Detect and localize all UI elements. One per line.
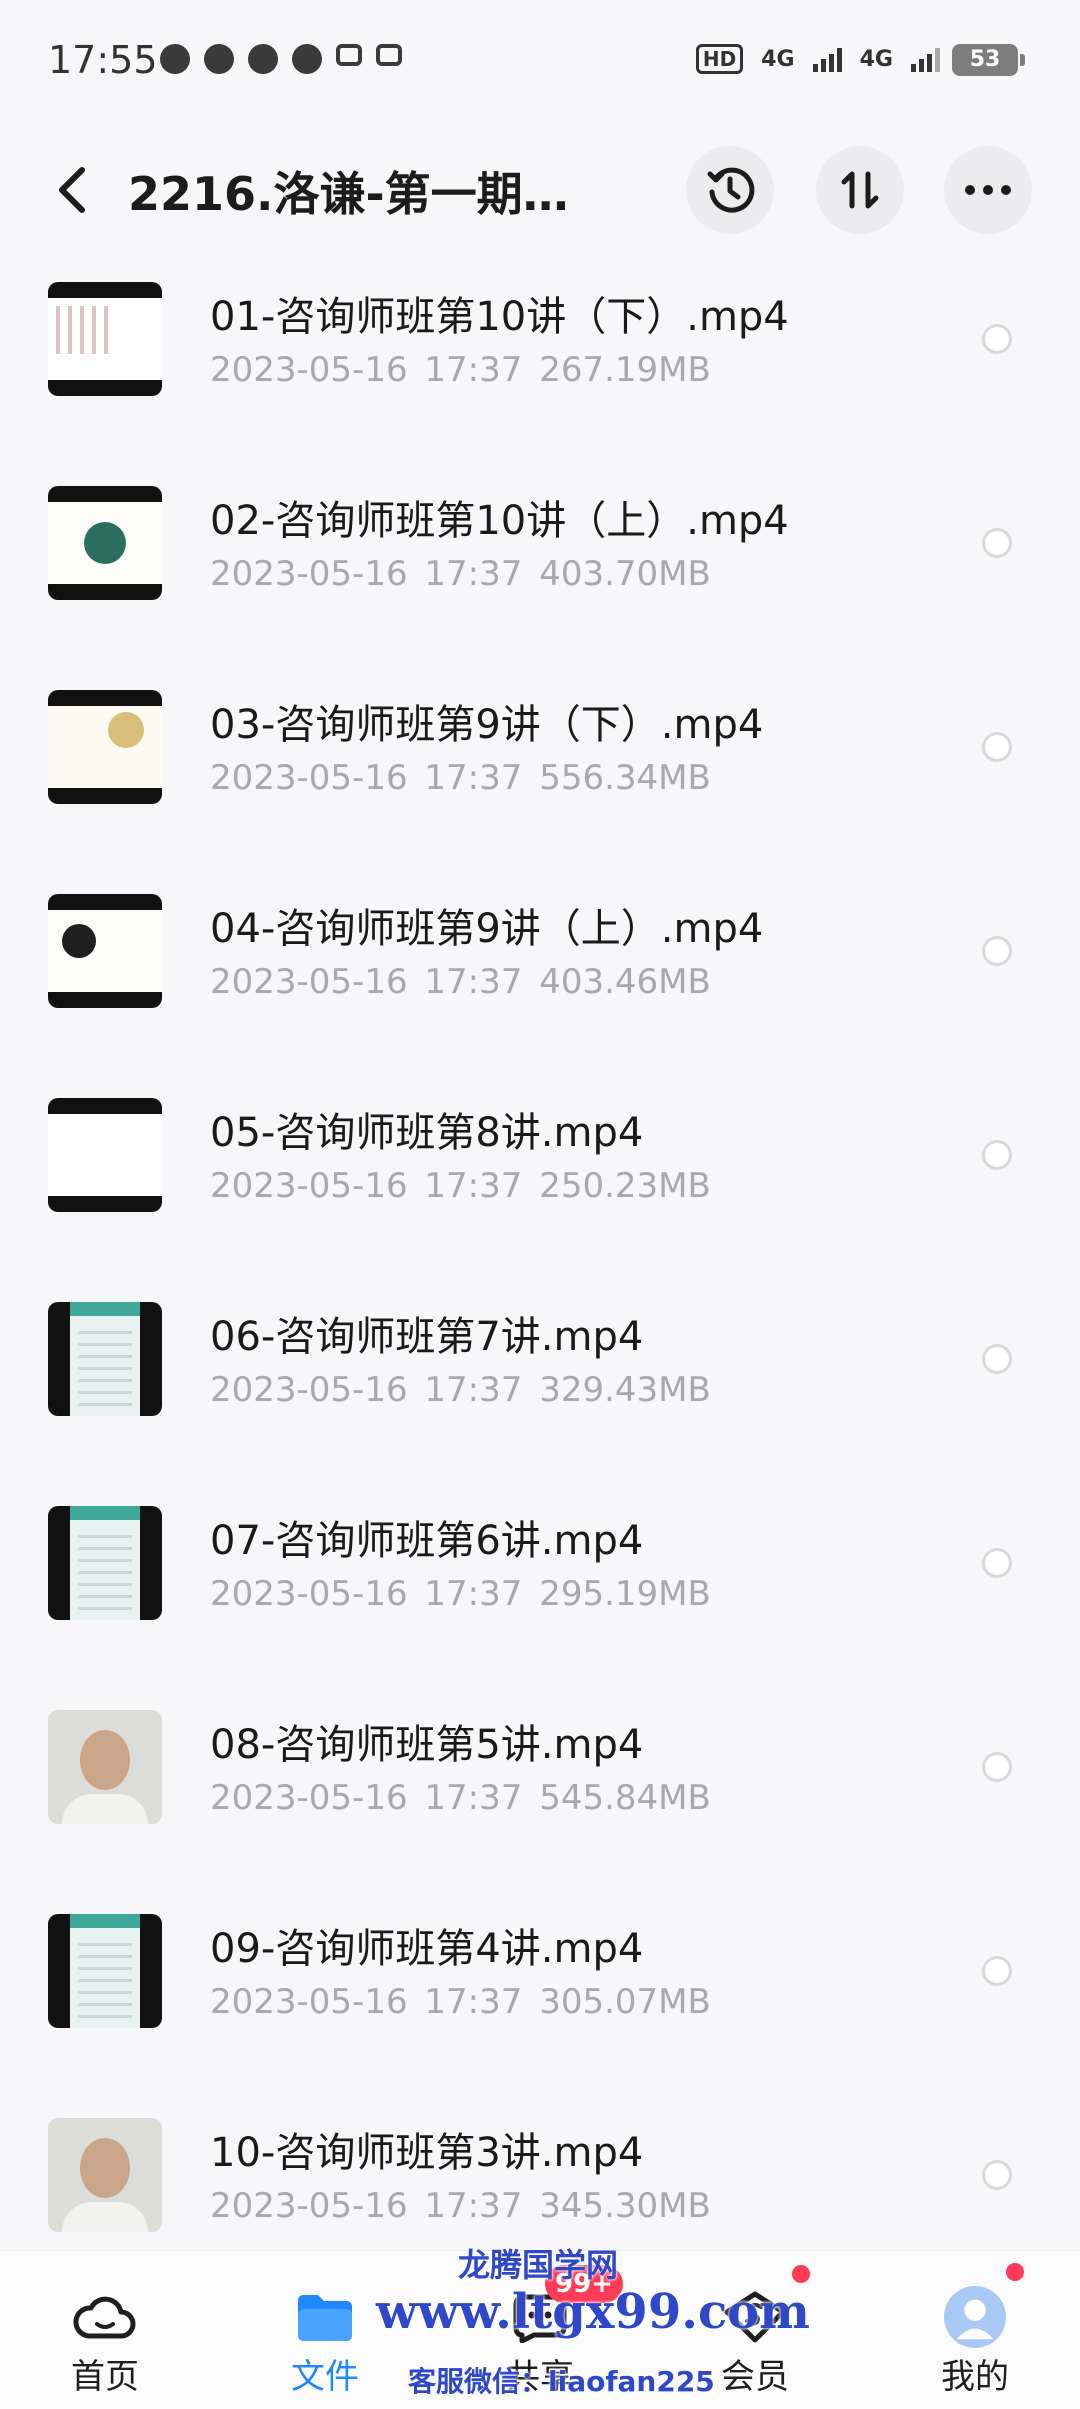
status-time: 17:55 [48, 38, 158, 82]
watermark-contact: 客服微信：liaofan225 [408, 2365, 715, 2398]
file-name: 06-咨询师班第7讲.mp4 [210, 1314, 644, 1360]
hd-icon: HD [695, 44, 744, 74]
battery-icon: 53 [952, 44, 1025, 76]
select-radio[interactable] [982, 1344, 1012, 1374]
file-meta: 2023-05-16 17:37 329.43MB [210, 1370, 711, 1410]
notification-icons [160, 44, 402, 74]
network-4g-label: 4G [761, 46, 795, 72]
video-thumbnail [48, 894, 162, 1008]
select-radio[interactable] [982, 936, 1012, 966]
select-radio[interactable] [982, 732, 1012, 762]
file-name: 03-咨询师班第9讲（下）.mp4 [210, 702, 764, 748]
history-icon [707, 167, 755, 213]
select-radio[interactable] [982, 1956, 1012, 1986]
app-icon [204, 44, 234, 74]
cloud-icon [73, 2285, 137, 2349]
link-icon [336, 44, 362, 66]
file-row[interactable]: 03-咨询师班第9讲（下）.mp4 2023-05-16 17:37 556.3… [0, 678, 1080, 882]
sort-button[interactable] [816, 146, 904, 234]
history-button[interactable] [686, 146, 774, 234]
file-meta: 2023-05-16 17:37 403.46MB [210, 962, 711, 1002]
nav-home[interactable]: 首页 [30, 2251, 180, 2409]
signal-icon [911, 46, 940, 72]
file-name: 09-咨询师班第4讲.mp4 [210, 1926, 644, 1972]
sort-icon [841, 171, 879, 209]
network-4g-label: 4G [859, 46, 893, 72]
file-meta: 2023-05-16 17:37 545.84MB [210, 1778, 711, 1818]
file-row[interactable]: 06-咨询师班第7讲.mp4 2023-05-16 17:37 329.43MB [0, 1290, 1080, 1494]
video-thumbnail [48, 282, 162, 396]
nav-files-label: 文件 [291, 2357, 359, 2397]
watermark-url: www.ltgx99.com [376, 2284, 810, 2340]
signal-indicators: HD 4G 4G [695, 44, 940, 74]
file-name: 08-咨询师班第5讲.mp4 [210, 1722, 644, 1768]
select-radio[interactable] [982, 528, 1012, 558]
video-thumbnail [48, 1302, 162, 1416]
file-name: 01-咨询师班第10讲（下）.mp4 [210, 294, 789, 340]
file-name: 05-咨询师班第8讲.mp4 [210, 1110, 644, 1156]
select-radio[interactable] [982, 324, 1012, 354]
wechat-icon [160, 44, 190, 74]
file-meta: 2023-05-16 17:37 295.19MB [210, 1574, 711, 1614]
video-thumbnail [48, 1710, 162, 1824]
file-meta: 2023-05-16 17:37 345.30MB [210, 2186, 711, 2226]
select-radio[interactable] [982, 1752, 1012, 1782]
file-row[interactable]: 02-咨询师班第10讲（上）.mp4 2023-05-16 17:37 403.… [0, 474, 1080, 678]
select-radio[interactable] [982, 2160, 1012, 2190]
file-row[interactable]: 04-咨询师班第9讲（上）.mp4 2023-05-16 17:37 403.4… [0, 882, 1080, 1086]
file-row[interactable]: 05-咨询师班第8讲.mp4 2023-05-16 17:37 250.23MB [0, 1086, 1080, 1290]
avatar [943, 2285, 1007, 2349]
header: 2216.洛谦-第一期… [0, 140, 1080, 240]
video-thumbnail [48, 1098, 162, 1212]
file-row[interactable]: 07-咨询师班第6讲.mp4 2023-05-16 17:37 295.19MB [0, 1494, 1080, 1698]
video-thumbnail [48, 690, 162, 804]
nav-me-label: 我的 [941, 2357, 1009, 2397]
signal-icon [812, 46, 842, 72]
file-name: 04-咨询师班第9讲（上）.mp4 [210, 906, 764, 952]
file-meta: 2023-05-16 17:37 305.07MB [210, 1982, 711, 2022]
more-icon [965, 185, 1011, 195]
video-thumbnail [48, 2118, 162, 2232]
file-meta: 2023-05-16 17:37 556.34MB [210, 758, 711, 798]
select-radio[interactable] [982, 1548, 1012, 1578]
file-name: 10-咨询师班第3讲.mp4 [210, 2130, 644, 2176]
file-row[interactable]: 08-咨询师班第5讲.mp4 2023-05-16 17:37 545.84MB [0, 1698, 1080, 1902]
file-meta: 2023-05-16 17:37 267.19MB [210, 350, 711, 390]
status-bar: 17:55 HD 4G 4G 53 [0, 0, 1080, 130]
file-name: 02-咨询师班第10讲（上）.mp4 [210, 498, 789, 544]
watermark-title: 龙腾国学网 [458, 2246, 619, 2284]
file-row[interactable]: 09-咨询师班第4讲.mp4 2023-05-16 17:37 305.07MB [0, 1902, 1080, 2106]
back-button[interactable] [44, 162, 100, 218]
compass-icon [248, 44, 278, 74]
message-icon [292, 44, 322, 74]
file-list: 01-咨询师班第10讲（下）.mp4 2023-05-16 17:37 267.… [0, 270, 1080, 2310]
video-thumbnail [48, 1506, 162, 1620]
file-row[interactable]: 01-咨询师班第10讲（下）.mp4 2023-05-16 17:37 267.… [0, 270, 1080, 474]
nav-home-label: 首页 [71, 2357, 139, 2397]
file-meta: 2023-05-16 17:37 403.70MB [210, 554, 711, 594]
video-thumbnail [48, 486, 162, 600]
vip-notification-dot [792, 2265, 810, 2283]
page-title: 2216.洛谦-第一期… [128, 167, 569, 221]
select-radio[interactable] [982, 1140, 1012, 1170]
video-thumbnail [48, 1914, 162, 2028]
more-button[interactable] [944, 146, 1032, 234]
file-name: 07-咨询师班第6讲.mp4 [210, 1518, 644, 1564]
me-notification-dot [1006, 2263, 1024, 2281]
folder-icon [293, 2285, 357, 2349]
nav-me[interactable]: 我的 [900, 2251, 1050, 2409]
link-icon [376, 44, 402, 66]
file-meta: 2023-05-16 17:37 250.23MB [210, 1166, 711, 1206]
chevron-left-icon [59, 167, 85, 213]
